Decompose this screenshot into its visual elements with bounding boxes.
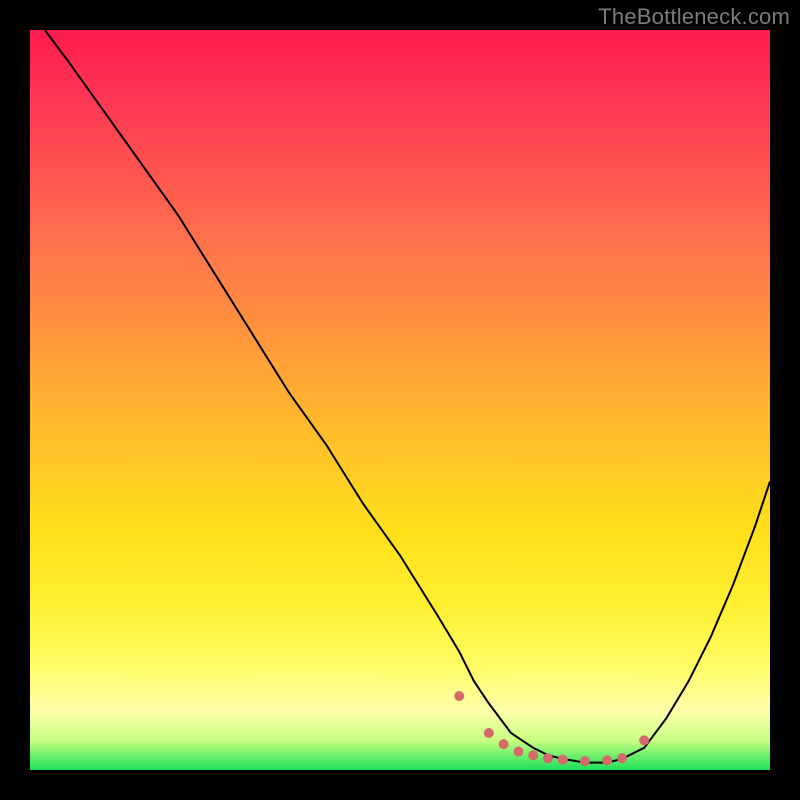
marker-dot: [580, 756, 590, 766]
marker-dot: [617, 753, 627, 763]
marker-dot: [528, 750, 538, 760]
marker-dot: [454, 691, 464, 701]
chart-container: TheBottleneck.com: [0, 0, 800, 800]
chart-svg: [30, 30, 770, 770]
plot-area: [30, 30, 770, 770]
marker-dot: [602, 755, 612, 765]
marker-dot: [639, 735, 649, 745]
marker-dot: [513, 747, 523, 757]
curve-line: [45, 30, 770, 763]
watermark-text: TheBottleneck.com: [598, 4, 790, 30]
marker-dot: [499, 739, 509, 749]
marker-dot: [484, 728, 494, 738]
marker-dot: [558, 755, 568, 765]
marker-dot: [543, 753, 553, 763]
highlight-markers: [454, 691, 649, 766]
